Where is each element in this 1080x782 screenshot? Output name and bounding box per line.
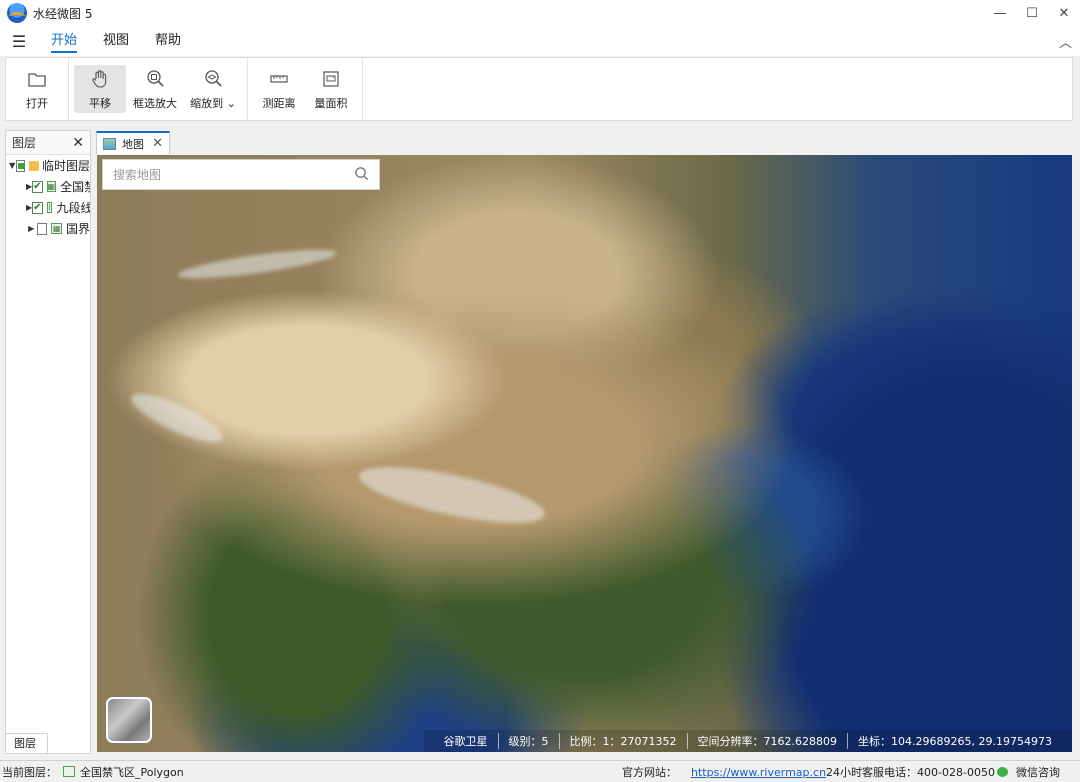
area-measure-icon <box>323 70 339 87</box>
open-label: 打开 <box>26 96 48 110</box>
basemap-switch-button[interactable] <box>106 697 152 743</box>
measure-distance-button[interactable]: 测距离 <box>253 65 305 113</box>
contact-section: 官方网站： https://www.rivermap.cn 24小时客服电话：4… <box>622 761 995 782</box>
map-document-tab[interactable]: 地图 ✕ <box>96 131 170 154</box>
ribbon-group-file: 打开 <box>6 58 69 120</box>
website-link[interactable]: https://www.rivermap.cn <box>691 766 826 779</box>
chevron-down-icon: ⌄ <box>226 96 236 110</box>
polygon-layer-icon <box>63 766 75 777</box>
collapse-ribbon-icon[interactable]: ︿ <box>1059 32 1072 51</box>
map-icon <box>103 137 116 150</box>
current-layer-label: 当前图层： <box>2 765 57 779</box>
spatial-resolution: 空间分辨率：7162.628809 <box>686 733 847 749</box>
pan-button[interactable]: 平移 <box>74 65 126 113</box>
hamburger-menu-icon[interactable]: ☰ <box>0 26 38 56</box>
hand-icon <box>92 69 107 88</box>
zoom-to-layers-icon <box>205 69 222 87</box>
measure-area-label: 量面积 <box>314 96 348 110</box>
tree-item-nine-dash[interactable]: ▶ ✔ ⌇ 九段线 <box>6 197 90 218</box>
close-icon[interactable]: ✕ <box>152 136 163 151</box>
tree-item-label: 临时图层 <box>41 159 90 173</box>
tree-item-nofly-zone[interactable]: ▶ ✔ ▦ 全国禁飞区_Polygon <box>6 176 90 197</box>
layer-panel-header: 图层 ✕ <box>6 131 90 155</box>
layer-checkbox[interactable] <box>36 222 48 235</box>
map-search-box <box>102 159 380 190</box>
status-bar: 当前图层： 全国禁飞区_Polygon 官方网站： https://www.ri… <box>0 760 1080 782</box>
box-zoom-button[interactable]: 框选放大 <box>126 65 184 113</box>
pan-label: 平移 <box>89 96 111 110</box>
tree-item-label: 全国禁飞区_Polygon <box>60 180 90 194</box>
map-status-bar: 谷歌卫星 级别：5 比例：1：27071352 空间分辨率：7162.62880… <box>423 730 1072 752</box>
folder-icon <box>29 160 39 171</box>
measure-distance-label: 测距离 <box>262 96 296 110</box>
tree-item-label: 国界 <box>66 222 90 236</box>
menu-bar: ☰ 开始 视图 帮助 ︿ <box>0 26 1080 56</box>
tree-item-border[interactable]: ▶ ▦ 国界 <box>6 218 90 239</box>
ruler-icon <box>270 74 288 83</box>
website-label: 官方网站： <box>622 766 677 779</box>
layer-checkbox[interactable] <box>16 159 26 172</box>
wechat-icon <box>997 767 1008 777</box>
layer-checkbox[interactable]: ✔ <box>32 180 43 193</box>
maximize-button[interactable]: ☐ <box>1016 0 1048 26</box>
wechat-label: 微信咨询 <box>1016 766 1060 779</box>
tab-start[interactable]: 开始 <box>38 26 90 56</box>
caret-down-icon[interactable]: ▼ <box>8 161 16 170</box>
current-layer-name: 全国禁飞区_Polygon <box>80 765 184 779</box>
caret-right-icon[interactable]: ▶ <box>26 224 37 233</box>
line-layer-icon: ⌇ <box>46 202 53 213</box>
ribbon-toolbar: 打开 平移 框选放大 缩放到 ⌄ 测距离 量面积 <box>5 57 1073 121</box>
zoom-to-label: 缩放到 ⌄ <box>190 95 236 111</box>
tab-help[interactable]: 帮助 <box>142 26 194 56</box>
app-title: 水经微图 5 <box>33 6 93 21</box>
ribbon-group-navigate: 平移 框选放大 缩放到 ⌄ <box>69 58 248 120</box>
map-snow-terrain <box>126 385 228 451</box>
map-snow-terrain <box>176 243 338 285</box>
layer-panel: 图层 ✕ ▼ 临时图层 ▶ ✔ ▦ 全国禁飞区_Polygon ▶ ✔ ⌇ 九段… <box>5 130 91 754</box>
ribbon-group-measure: 测距离 量面积 <box>248 58 363 120</box>
map-search-input[interactable] <box>113 167 354 182</box>
measure-area-button[interactable]: 量面积 <box>305 65 357 113</box>
close-icon[interactable]: ✕ <box>72 135 84 151</box>
zoom-to-button[interactable]: 缩放到 ⌄ <box>184 65 242 113</box>
polygon-layer-icon: ▦ <box>46 181 57 192</box>
tree-item-label: 九段线 <box>56 201 90 215</box>
wechat-consult-button[interactable]: 微信咨询 <box>997 761 1060 782</box>
cursor-coordinates: 坐标：104.29689265, 29.19754973 <box>847 733 1062 749</box>
tree-item-temp-layers[interactable]: ▼ 临时图层 <box>6 155 90 176</box>
zoom-box-icon <box>147 69 164 87</box>
layer-panel-bottom-tab[interactable]: 图层 <box>6 733 48 753</box>
basemap-source: 谷歌卫星 <box>443 735 488 748</box>
current-layer-section: 当前图层： 全国禁飞区_Polygon <box>0 764 184 780</box>
window-controls: — ☐ ✕ <box>984 0 1080 26</box>
map-snow-terrain <box>354 455 550 535</box>
close-button[interactable]: ✕ <box>1048 0 1080 26</box>
open-button[interactable]: 打开 <box>11 65 63 113</box>
hotline-text: 24小时客服电话：400-028-0050 <box>826 766 995 779</box>
app-logo-icon <box>7 3 27 23</box>
box-zoom-label: 框选放大 <box>133 96 177 110</box>
layer-checkbox[interactable]: ✔ <box>32 201 43 214</box>
zoom-to-text: 缩放到 <box>190 96 224 110</box>
minimize-button[interactable]: — <box>984 0 1016 26</box>
title-bar: 水经微图 5 — ☐ ✕ <box>0 0 1080 26</box>
map-scale: 比例：1：27071352 <box>558 733 687 749</box>
map-tab-label: 地图 <box>122 137 144 151</box>
layer-panel-title: 图层 <box>12 136 37 150</box>
tab-view[interactable]: 视图 <box>90 26 142 56</box>
polygon-layer-icon: ▦ <box>51 223 62 234</box>
search-icon[interactable] <box>354 166 369 184</box>
map-canvas[interactable]: 谷歌卫星 级别：5 比例：1：27071352 空间分辨率：7162.62880… <box>97 155 1072 752</box>
zoom-level: 级别：5 <box>497 733 559 749</box>
folder-open-icon <box>28 72 46 87</box>
